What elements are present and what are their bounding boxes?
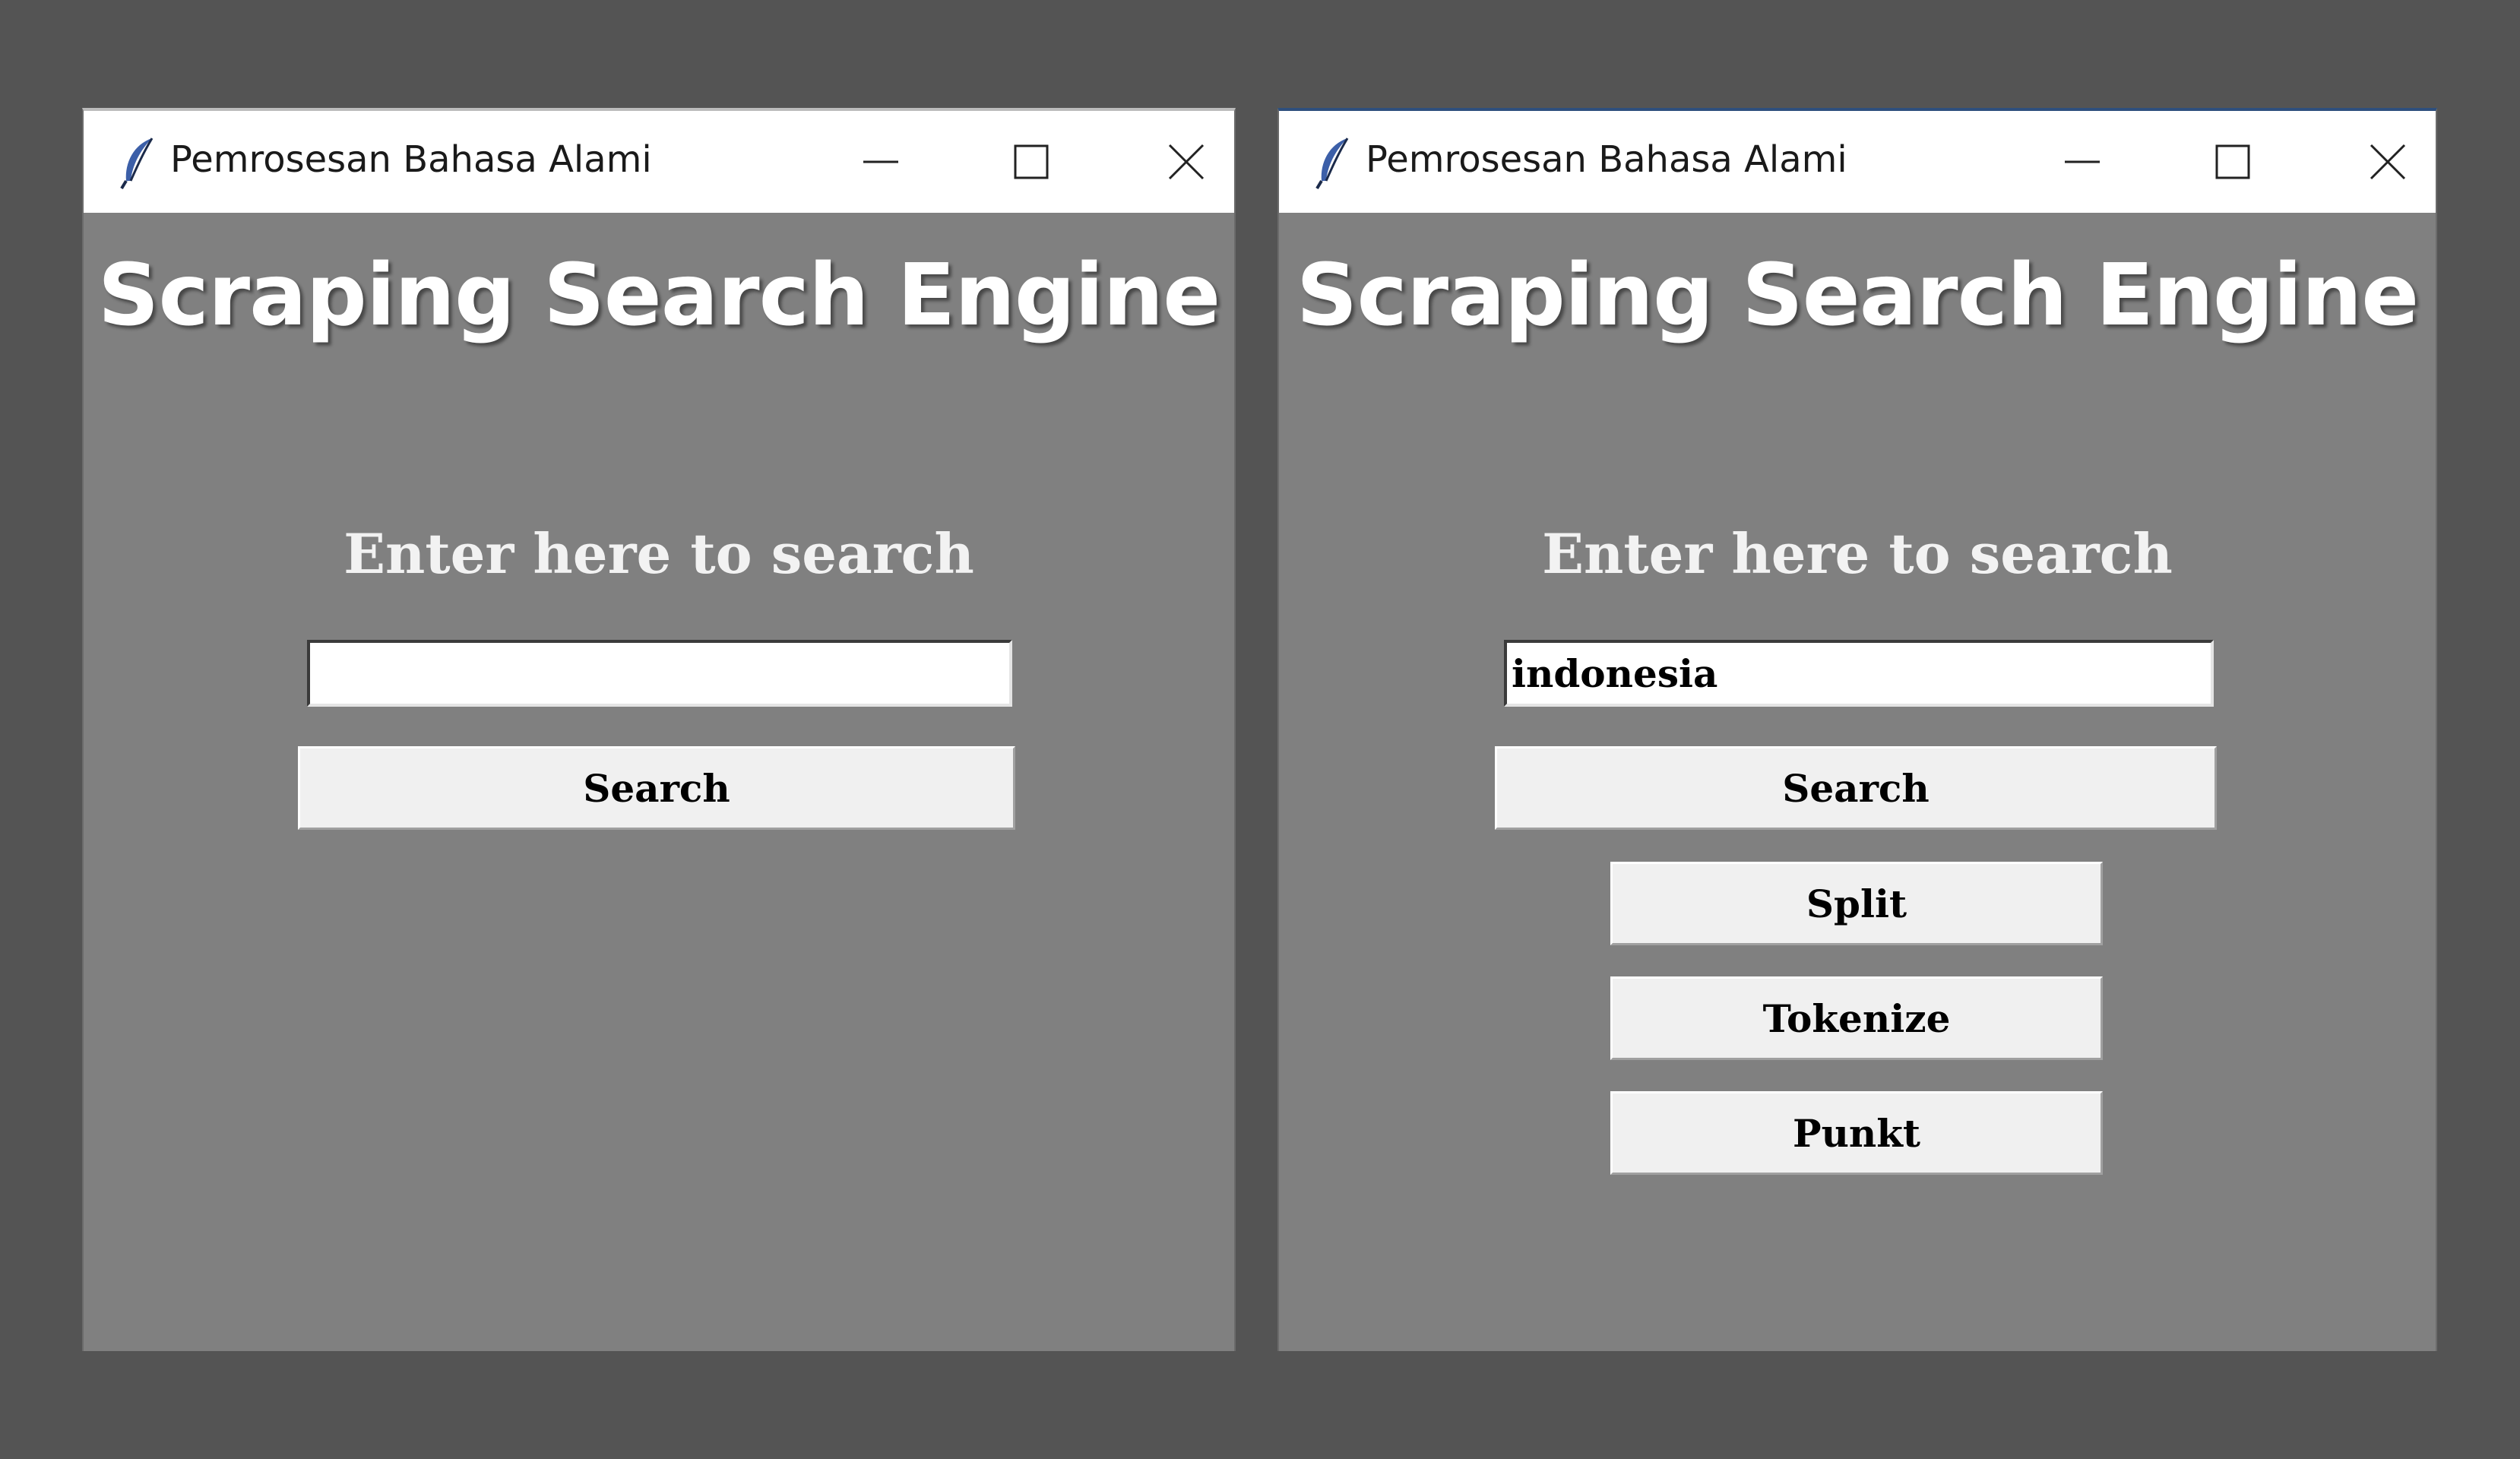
minimize-button[interactable] <box>2048 128 2116 196</box>
feather-icon <box>1315 138 1349 190</box>
maximize-button[interactable] <box>997 128 1065 196</box>
maximize-icon <box>2215 144 2250 179</box>
window-title: Pemrosesan Bahasa Alami <box>1366 138 1847 181</box>
app-window-initial: Pemrosesan Bahasa Alami Scraping Search … <box>82 108 1236 1351</box>
search-input[interactable] <box>1504 640 2214 707</box>
maximize-icon <box>1014 144 1049 179</box>
app-heading: Scraping Search Engine <box>97 246 1220 345</box>
feather-icon <box>120 138 154 190</box>
close-icon <box>1168 144 1205 180</box>
search-button[interactable]: Search <box>298 746 1015 830</box>
title-bar[interactable]: Pemrosesan Bahasa Alami <box>1279 111 2436 213</box>
search-input[interactable] <box>307 640 1012 707</box>
title-bar[interactable]: Pemrosesan Bahasa Alami <box>84 111 1234 213</box>
app-heading: Scraping Search Engine <box>1296 246 2419 345</box>
app-window-with-results: Pemrosesan Bahasa Alami Scraping Search … <box>1277 108 2437 1351</box>
search-prompt-label: Enter here to search <box>1542 521 2173 586</box>
close-button[interactable] <box>2354 128 2422 196</box>
minimize-icon <box>2065 160 2100 163</box>
split-button[interactable]: Split <box>1610 862 2103 945</box>
close-icon <box>2370 144 2406 180</box>
search-button[interactable]: Search <box>1495 746 2217 830</box>
window-title: Pemrosesan Bahasa Alami <box>170 138 652 181</box>
tokenize-button[interactable]: Tokenize <box>1610 976 2103 1060</box>
punkt-button[interactable]: Punkt <box>1610 1091 2103 1175</box>
minimize-button[interactable] <box>847 128 915 196</box>
maximize-button[interactable] <box>2199 128 2267 196</box>
minimize-icon <box>863 160 898 163</box>
close-button[interactable] <box>1152 128 1220 196</box>
search-prompt-label: Enter here to search <box>343 521 974 586</box>
